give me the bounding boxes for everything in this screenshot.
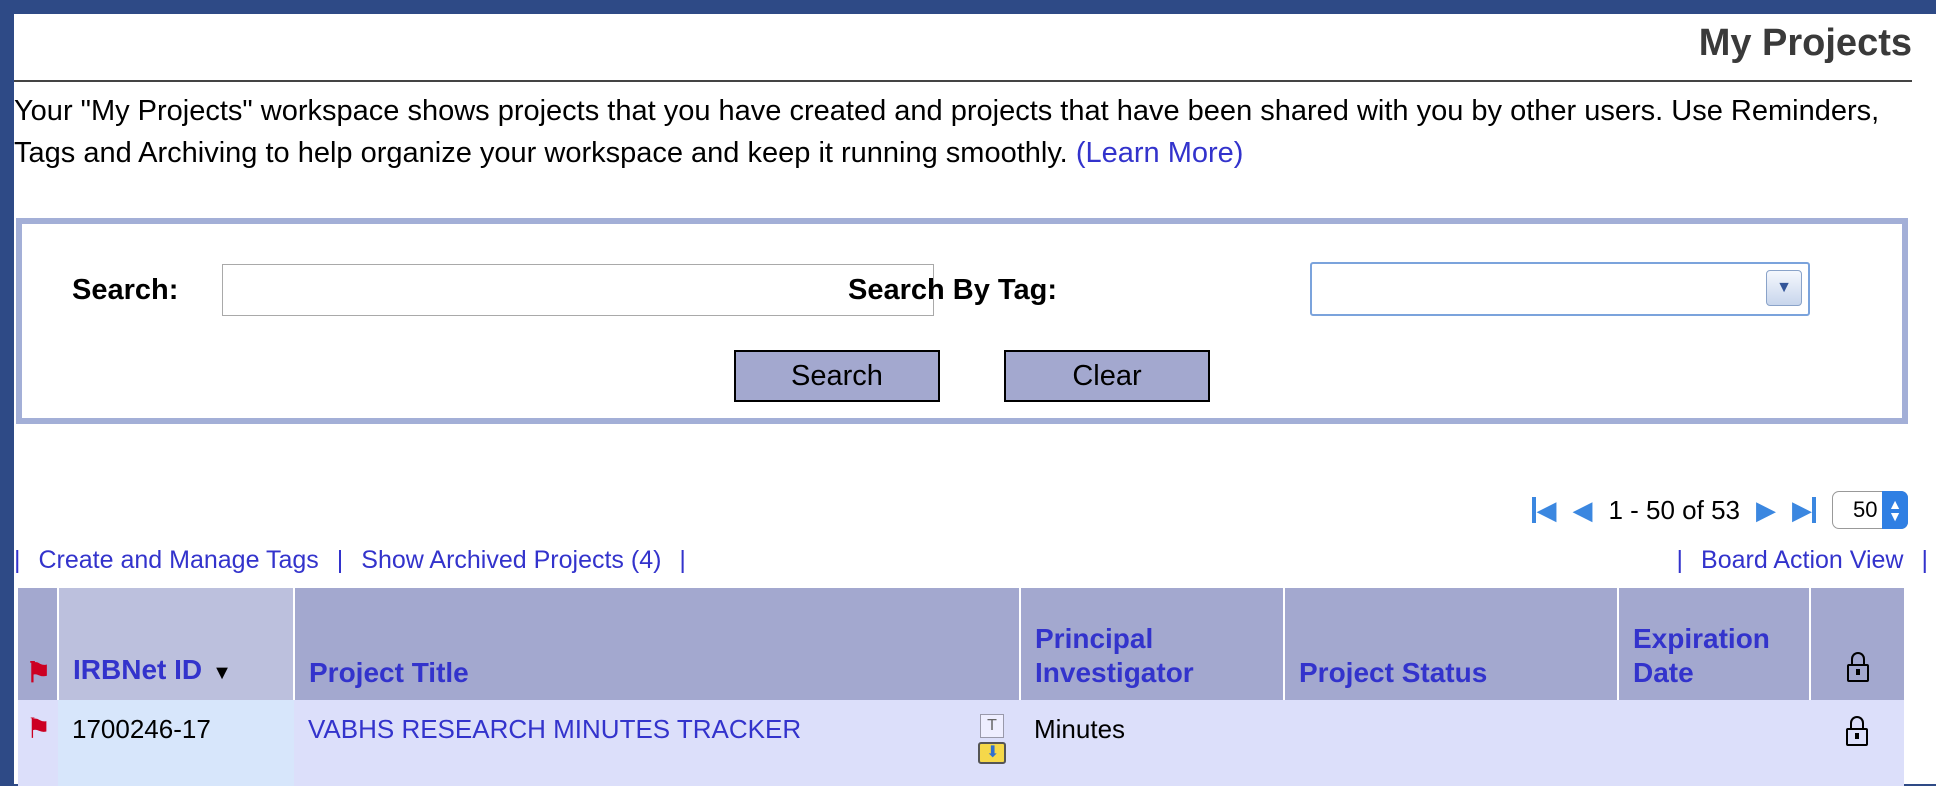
column-header-principal-investigator[interactable]: Principal Investigator	[1020, 588, 1285, 700]
column-header-expiration-label: Expiration Date	[1633, 623, 1770, 688]
row-flag-cell[interactable]: ⚑	[18, 700, 58, 786]
title-divider	[14, 80, 1912, 82]
action-links-row: | Create and Manage Tags | Show Archived…	[14, 546, 1936, 582]
per-page-value: 50	[1853, 497, 1878, 522]
workspace-frame: My Projects Your "My Projects" workspace…	[14, 14, 1936, 786]
chevron-down-icon[interactable]: ▼	[1766, 270, 1802, 306]
row-expiration-date	[1618, 700, 1810, 786]
search-by-tag-label: Search By Tag:	[848, 274, 1057, 306]
link-separator: |	[679, 546, 686, 574]
column-header-irbnet-id[interactable]: IRBNet ID ▼	[58, 588, 295, 700]
search-button[interactable]: Search	[734, 350, 940, 402]
column-header-project-title-label: Project Title	[309, 657, 469, 688]
column-header-expiration-date[interactable]: Expiration Date	[1618, 588, 1811, 700]
last-page-icon[interactable]: ▶	[1792, 495, 1816, 526]
first-page-icon[interactable]: ◀	[1532, 495, 1556, 526]
sort-down-icon: ▼	[212, 662, 232, 684]
column-header-pi-label: Principal Investigator	[1035, 623, 1194, 688]
page-range: 1 - 50 of 53	[1608, 494, 1740, 525]
clear-button[interactable]: Clear	[1004, 350, 1210, 402]
flag-column-header[interactable]: ⚑	[18, 588, 59, 700]
row-lock-cell	[1810, 700, 1904, 786]
red-flag-icon[interactable]: ⚑	[26, 713, 51, 744]
link-separator: |	[1921, 546, 1929, 574]
create-manage-tags-link[interactable]: Create and Manage Tags	[39, 546, 319, 575]
pagination: ◀ ◀ 1 - 50 of 53 ▶ ▶ 50 ▲ ▼	[1532, 488, 1908, 532]
show-archived-projects-link[interactable]: Show Archived Projects (4)	[361, 546, 661, 575]
updown-arrows-icon[interactable]: ▲ ▼	[1882, 491, 1908, 529]
search-panel: Search: Search By Tag: ▼ Search Clear	[16, 218, 1908, 424]
intro-text: Your "My Projects" workspace shows proje…	[14, 95, 1880, 169]
tag-icon[interactable]: T	[980, 714, 1004, 738]
link-separator: |	[14, 546, 21, 574]
learn-more-link[interactable]: (Learn More)	[1076, 137, 1244, 169]
previous-page-icon[interactable]: ◀	[1572, 495, 1592, 526]
row-project-status	[1284, 700, 1618, 786]
link-separator: |	[1676, 546, 1684, 574]
table-row[interactable]: ⚑ 1700246-17 VABHS RESEARCH MINUTES TRAC…	[18, 700, 1904, 786]
row-principal-investigator: Minutes	[1020, 700, 1284, 786]
lock-icon	[1846, 652, 1869, 682]
projects-table: ⚑ IRBNet ID ▼ Project Title Principal Inv…	[18, 588, 1904, 786]
red-flag-icon: ⚑	[26, 657, 52, 688]
column-header-irbnet-id-label: IRBNet ID	[73, 654, 203, 685]
page-title: My Projects	[1698, 22, 1912, 64]
column-header-project-title[interactable]: Project Title	[294, 588, 1021, 700]
intro-paragraph: Your "My Projects" workspace shows proje…	[14, 90, 1914, 174]
search-label: Search:	[72, 274, 179, 306]
table-header-row: ⚑ IRBNet ID ▼ Project Title Principal Inv…	[18, 588, 1904, 700]
folder-download-icon[interactable]	[978, 742, 1006, 764]
row-project-title-cell: VABHS RESEARCH MINUTES TRACKER T	[294, 700, 1020, 786]
lock-column-header	[1810, 588, 1904, 700]
column-header-project-status[interactable]: Project Status	[1284, 588, 1619, 700]
row-irbnet-id: 1700246-17	[58, 700, 294, 786]
link-separator: |	[336, 546, 344, 574]
row-project-title-link[interactable]: VABHS RESEARCH MINUTES TRACKER	[308, 714, 801, 744]
lock-icon[interactable]	[1846, 716, 1868, 746]
per-page-select[interactable]: 50 ▲ ▼	[1832, 491, 1908, 529]
next-page-icon[interactable]: ▶	[1756, 495, 1776, 526]
board-action-view-link[interactable]: Board Action View	[1701, 546, 1903, 575]
tag-select[interactable]: ▼	[1310, 262, 1810, 316]
search-input[interactable]	[222, 264, 934, 316]
column-header-status-label: Project Status	[1299, 657, 1488, 688]
